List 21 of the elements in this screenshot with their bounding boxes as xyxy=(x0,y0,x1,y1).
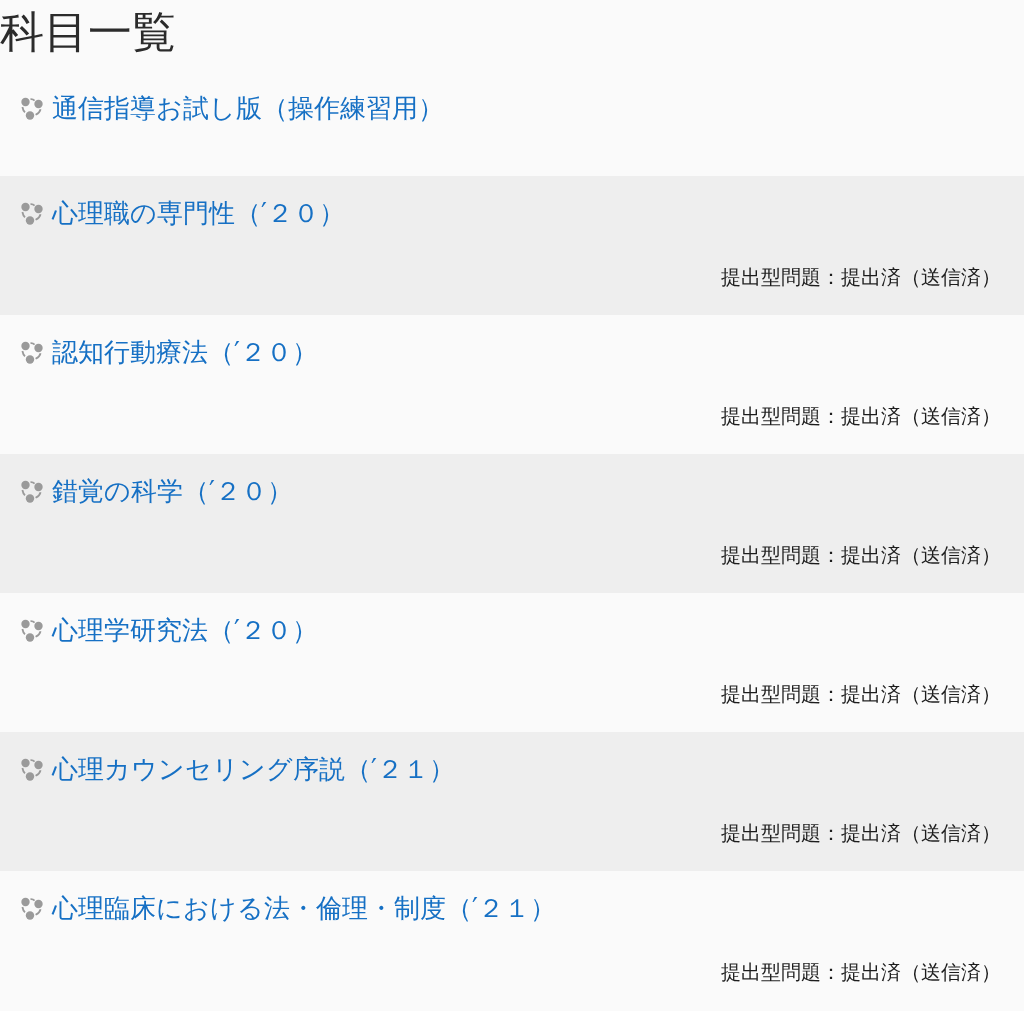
submission-status: 提出型問題：提出済（送信済） xyxy=(721,264,1001,291)
course-link[interactable]: 認知行動療法（′２０） xyxy=(52,334,318,370)
submission-status: 提出型問題：提出済（送信済） xyxy=(721,542,1001,569)
course-link[interactable]: 心理職の専門性（′２０） xyxy=(52,195,345,231)
course-link[interactable]: 心理カウンセリング序説（′２１） xyxy=(52,751,455,787)
submission-status: 提出型問題：提出済（送信済） xyxy=(721,820,1001,847)
dot-cycle-icon xyxy=(20,618,44,642)
submission-status: 提出型問題：提出済（送信済） xyxy=(721,959,1001,986)
course-link[interactable]: 心理学研究法（′２０） xyxy=(52,612,318,648)
dot-cycle-icon xyxy=(20,896,44,920)
course-link[interactable]: 心理臨床における法・倫理・制度（′２１） xyxy=(52,890,556,926)
submission-status: 提出型問題：提出済（送信済） xyxy=(721,681,1001,708)
page-title: 科目一覧 xyxy=(0,5,176,59)
dot-cycle-icon xyxy=(20,479,44,503)
submission-status: 提出型問題：提出済（送信済） xyxy=(721,403,1001,430)
dot-cycle-icon xyxy=(20,96,44,120)
dot-cycle-icon xyxy=(20,757,44,781)
dot-cycle-icon xyxy=(20,201,44,225)
dot-cycle-icon xyxy=(20,340,44,364)
course-link[interactable]: 錯覚の科学（′２０） xyxy=(52,473,293,509)
course-link[interactable]: 通信指導お試し版（操作練習用） xyxy=(52,90,444,126)
